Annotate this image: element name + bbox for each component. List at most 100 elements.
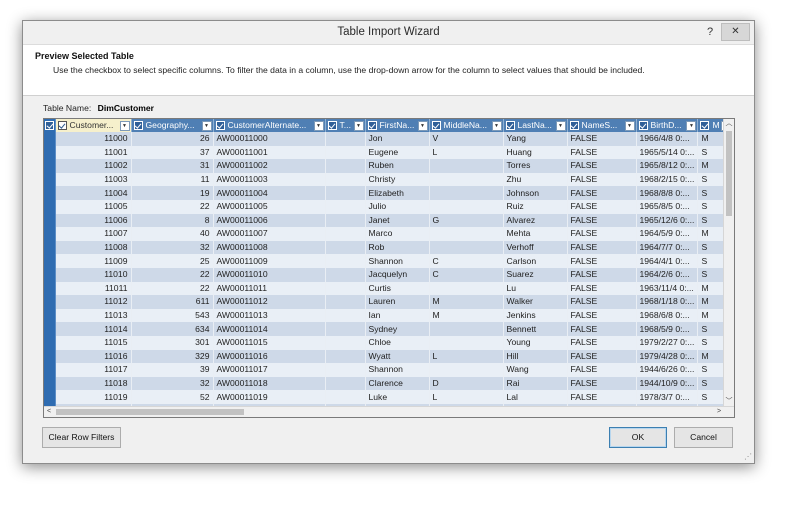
column-checkbox[interactable] <box>57 121 67 131</box>
column-header[interactable]: CustomerAlternate... ▼ <box>213 119 326 132</box>
column-checkbox[interactable] <box>367 121 377 131</box>
table-row[interactable]: 11012 611 AW00011012 Lauren M Walker FALSE 1968… <box>44 295 733 309</box>
column-checkbox[interactable] <box>638 121 648 131</box>
help-button[interactable]: ? <box>704 25 716 39</box>
row-selector[interactable] <box>44 132 56 146</box>
filter-dropdown-icon[interactable]: ▼ <box>624 121 635 131</box>
ok-button[interactable]: OK <box>609 427 667 448</box>
table-cell: 1965/8/5 0:... <box>636 199 699 214</box>
row-selector[interactable] <box>44 227 56 241</box>
table-cell: 1968/5/9 0:... <box>636 322 699 336</box>
table-row[interactable]: 11011 22 AW00011011 Curtis Lu FALSE 1963/11/4 … <box>44 281 733 296</box>
row-selector[interactable] <box>44 186 56 200</box>
filter-dropdown-icon[interactable]: ▼ <box>555 121 566 131</box>
table-row[interactable]: 11018 32 AW00011018 Clarence D Rai FALSE 1944/1… <box>44 376 733 391</box>
row-selector[interactable] <box>44 295 56 309</box>
column-header[interactable]: T... ▼ <box>325 119 366 132</box>
row-selector[interactable] <box>44 390 56 404</box>
vertical-scrollbar[interactable]: ︿ ﹀ <box>723 119 734 407</box>
filter-dropdown-icon[interactable]: ▼ <box>119 121 130 131</box>
row-selector[interactable] <box>44 240 56 255</box>
vertical-scroll-thumb[interactable] <box>726 131 732 216</box>
table-row[interactable]: 11009 25 AW00011009 Shannon C Carlson FALSE 196… <box>44 254 733 268</box>
column-checkbox[interactable] <box>215 121 225 131</box>
table-row[interactable]: 11006 8 AW00011006 Janet G Alvarez FALSE 1965/1… <box>44 213 733 228</box>
table-row[interactable]: 11019 52 AW00011019 Luke L Lal FALSE 1978/3/7 0… <box>44 390 733 404</box>
column-header[interactable]: LastNa... ▼ <box>503 119 568 132</box>
column-header[interactable]: Customer... ▼ <box>55 119 132 132</box>
column-checkbox[interactable] <box>569 121 579 131</box>
table-row[interactable]: 11000 26 AW00011000 Jon V Yang FALSE 1966/4/8 0… <box>44 132 733 146</box>
table-cell: 1965/12/6 0:... <box>636 213 699 228</box>
column-header-label: M <box>712 120 720 130</box>
row-selector[interactable] <box>44 281 56 296</box>
filter-dropdown-icon[interactable]: ▼ <box>686 121 697 131</box>
scroll-right-arrow-icon[interactable]: > <box>714 407 724 417</box>
table-cell: M <box>429 295 504 309</box>
table-row[interactable]: 11015 301 AW00011015 Chloe Young FALSE 1979/2/… <box>44 335 733 350</box>
row-selector[interactable] <box>44 213 56 228</box>
table-cell: 22 <box>131 267 214 282</box>
cancel-button[interactable]: Cancel <box>674 427 733 448</box>
scroll-left-arrow-icon[interactable]: < <box>44 407 54 417</box>
row-selector[interactable] <box>44 376 56 391</box>
column-checkbox[interactable] <box>133 121 143 131</box>
column-header[interactable]: Geography... ▼ <box>131 119 214 132</box>
header-panel: Preview Selected Table Use the checkbox … <box>23 44 754 96</box>
filter-dropdown-icon[interactable]: ▼ <box>417 121 428 131</box>
row-selector[interactable] <box>44 159 56 173</box>
column-checkbox[interactable] <box>700 121 710 131</box>
table-cell: 1944/10/9 0:... <box>636 376 699 391</box>
row-selector[interactable] <box>44 145 56 160</box>
filter-dropdown-icon[interactable]: ▼ <box>353 121 364 131</box>
select-all-checkbox[interactable] <box>44 119 56 132</box>
table-cell: 1968/2/15 0:... <box>636 172 699 187</box>
table-row[interactable]: 11016 329 AW00011016 Wyatt L Hill FALSE 1979/4/… <box>44 349 733 364</box>
column-checkbox[interactable] <box>505 121 515 131</box>
filter-dropdown-icon[interactable]: ▼ <box>313 121 324 131</box>
table-cell: Johnson <box>503 186 568 200</box>
clear-row-filters-button[interactable]: Clear Row Filters <box>42 427 121 448</box>
table-cell: Young <box>503 335 568 350</box>
table-row[interactable]: 11002 31 AW00011002 Ruben Torres FALSE 1965/8/… <box>44 159 733 173</box>
table-row[interactable]: 11004 19 AW00011004 Elizabeth Johnson FALSE 19… <box>44 186 733 200</box>
row-selector[interactable] <box>44 254 56 268</box>
row-selector[interactable] <box>44 363 56 377</box>
table-cell: 52 <box>131 390 214 404</box>
horizontal-scrollbar[interactable]: < > <box>44 406 734 417</box>
row-selector[interactable] <box>44 308 56 323</box>
close-button[interactable]: ✕ <box>721 23 750 41</box>
column-checkbox[interactable] <box>327 121 337 131</box>
row-selector[interactable] <box>44 349 56 364</box>
table-cell: 1964/4/1 0:... <box>636 254 699 268</box>
table-row[interactable]: 11013 543 AW00011013 Ian M Jenkins FALSE 1968/6… <box>44 308 733 323</box>
table-cell: Wang <box>503 363 568 377</box>
horizontal-scroll-thumb[interactable] <box>56 409 244 415</box>
row-selector[interactable] <box>44 322 56 336</box>
table-cell: 39 <box>131 363 214 377</box>
resize-grip-icon[interactable]: ⋰ <box>744 452 752 461</box>
table-cell: M <box>429 308 504 323</box>
table-row[interactable]: 11005 22 AW00011005 Julio Ruiz FALSE 1965/8/5 … <box>44 199 733 214</box>
row-selector[interactable] <box>44 335 56 350</box>
table-cell: 11017 <box>55 363 132 377</box>
column-header[interactable]: FirstNa... ▼ <box>365 119 430 132</box>
scroll-up-arrow-icon[interactable]: ︿ <box>724 119 734 129</box>
filter-dropdown-icon[interactable]: ▼ <box>201 121 212 131</box>
table-row[interactable]: 11017 39 AW00011017 Shannon Wang FALSE 1944/6/… <box>44 363 733 377</box>
row-selector[interactable] <box>44 199 56 214</box>
table-row[interactable]: 11010 22 AW00011010 Jacquelyn C Suarez FALSE 19… <box>44 267 733 282</box>
column-header[interactable]: NameS... ▼ <box>567 119 637 132</box>
table-row[interactable]: 11007 40 AW00011007 Marco Mehta FALSE 1964/5/9… <box>44 227 733 241</box>
column-header[interactable]: BirthD... ▼ <box>636 119 699 132</box>
row-selector[interactable] <box>44 267 56 282</box>
table-cell: Jon <box>365 132 430 146</box>
column-checkbox[interactable] <box>431 121 441 131</box>
table-row[interactable]: 11008 32 AW00011008 Rob Verhoff FALSE 1964/7/7… <box>44 240 733 255</box>
table-row[interactable]: 11001 37 AW00011001 Eugene L Huang FALSE 1965/5… <box>44 145 733 160</box>
column-header[interactable]: MiddleNa... ▼ <box>429 119 504 132</box>
table-row[interactable]: 11003 11 AW00011003 Christy Zhu FALSE 1968/2/1… <box>44 172 733 187</box>
filter-dropdown-icon[interactable]: ▼ <box>491 121 502 131</box>
table-row[interactable]: 11014 634 AW00011014 Sydney Bennett FALSE 1968… <box>44 322 733 336</box>
row-selector[interactable] <box>44 172 56 187</box>
